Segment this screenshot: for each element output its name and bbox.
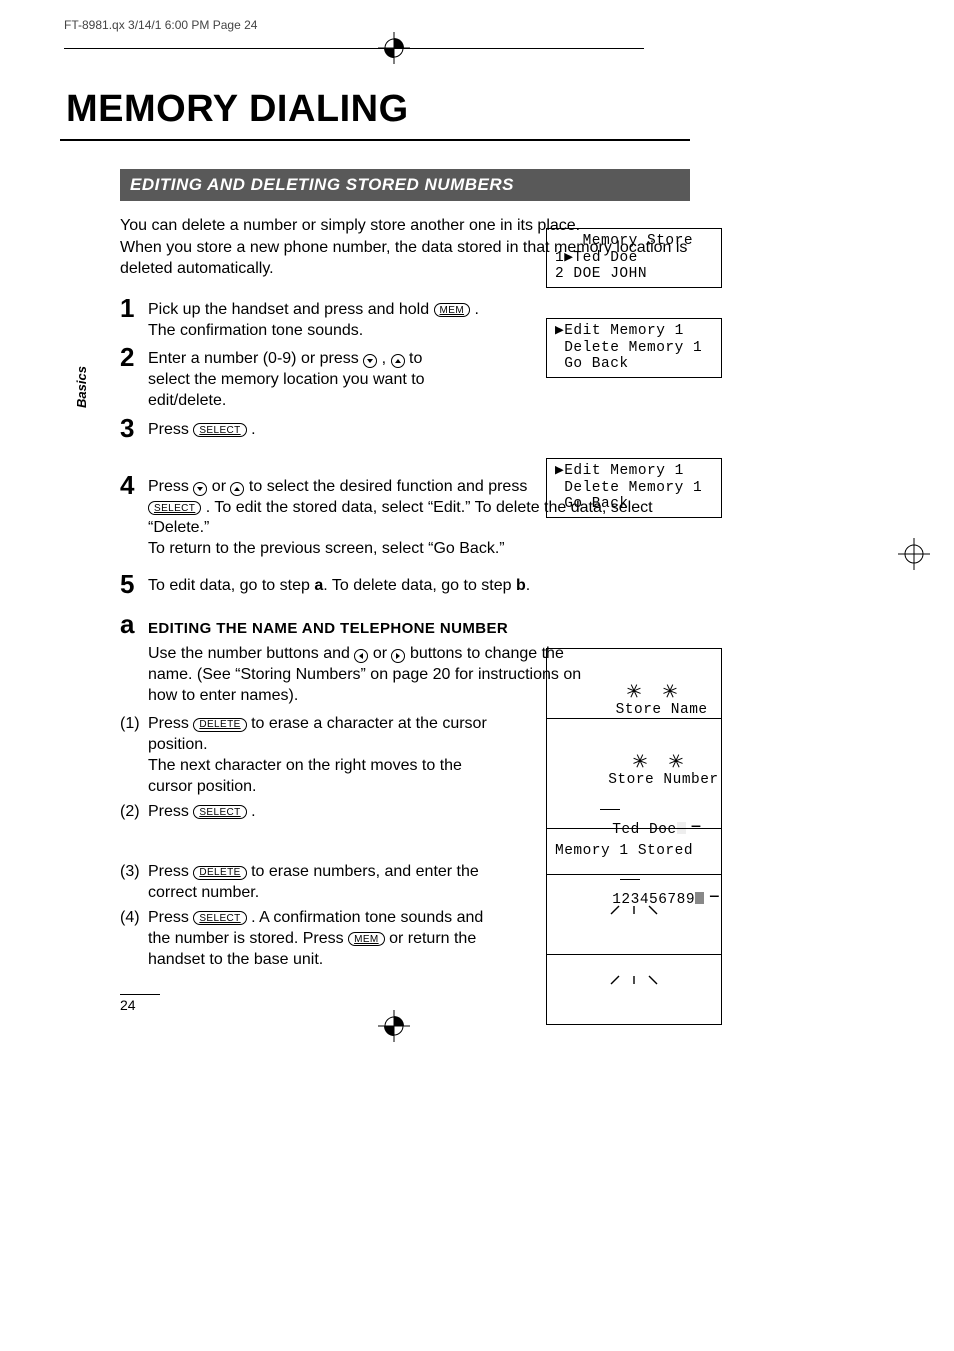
delete-key-icon: DELETE [193,718,246,732]
title-rule [60,139,690,141]
text: . [247,803,256,820]
registration-mark-right [898,538,930,570]
paren-text: Press DELETE to erase a character at the… [148,714,488,797]
side-tab-basics: Basics [74,366,89,408]
text: Store Number [608,772,718,788]
text-bold: b [516,577,526,594]
mem-key-icon: MEM [348,932,385,946]
select-key-icon: SELECT [193,423,246,437]
text: Press [148,421,193,438]
down-arrow-icon [193,482,207,496]
paren-number: (1) [120,714,148,797]
paren-number: (2) [120,802,148,823]
substep-letter: a [120,609,148,640]
up-arrow-icon [391,354,405,368]
step-text: Pick up the handset and press and hold M… [148,294,488,342]
page-content: MEMORY DIALING EDITING AND DELETING STOR… [60,88,690,1013]
paren-number: (3) [120,862,148,904]
text: Press [148,715,193,732]
select-key-icon: SELECT [193,911,246,925]
text: or [212,478,231,495]
paren-number: (4) [120,908,148,970]
erase-mark-icon [625,683,643,699]
header-rule [64,48,644,49]
text: . [526,577,530,594]
right-diag-arrow-icon [647,975,659,985]
lcd-memory-store: Memory Store 1▶Ted Doe 2 DOE JOHN [546,228,722,288]
step-text: To edit data, go to step a. To delete da… [148,570,690,597]
text: . To delete data, go to step [323,577,516,594]
up-arrow-icon [230,482,244,496]
cursor-block-icon [695,892,704,904]
strike-icon [620,879,640,880]
page-number: 24 [120,994,160,1013]
substep-intro: Use the number buttons and or buttons to… [148,644,598,706]
mem-key-icon: MEM [434,303,471,317]
substep-title: EDITING THE NAME AND TELEPHONE NUMBER [148,614,508,637]
lcd-edit-menu-1: ▶Edit Memory 1 Delete Memory 1 Go Back [546,318,722,378]
page-title: MEMORY DIALING [66,88,690,131]
step-number: 4 [120,472,148,498]
print-header-slug: FT-8981.qx 3/14/1 6:00 PM Page 24 [64,18,257,32]
section-heading: EDITING AND DELETING STORED NUMBERS [120,169,690,201]
substep-a-heading: a EDITING THE NAME AND TELEPHONE NUMBER [120,609,690,640]
registration-mark-bottom [378,1010,410,1042]
erase-mark-icon [661,683,679,699]
text: Press [148,478,193,495]
text: or [373,645,392,662]
erase-mark-icon [667,753,685,769]
paren-text: Press SELECT . A confirmation tone sound… [148,908,508,970]
step-text: Press SELECT . [148,414,690,441]
lcd-title: Store Number [553,755,715,838]
text: Use the number buttons and [148,645,354,662]
left-diag-arrow-icon [609,975,621,985]
text: To edit data, go to step [148,577,314,594]
text: 123456789 [612,892,695,908]
step-5: 5 To edit data, go to step a. To delete … [120,570,690,597]
delete-key-icon: DELETE [193,866,246,880]
step-number: 5 [120,571,148,597]
text: To return to the previous screen, select… [148,539,505,560]
text: Enter a number (0-9) or press [148,350,363,367]
nav-arrows [553,975,715,985]
text: Press [148,863,193,880]
paren-text: Press DELETE to erase numbers, and enter… [148,862,498,904]
text: Store Name [616,702,708,718]
text: to select the desired function and press [249,478,527,495]
dash-icon: — [710,889,719,906]
step-number: 2 [120,344,148,370]
left-arrow-icon [354,649,368,663]
down-arrow-icon [363,354,377,368]
down-line-icon [631,975,637,985]
step-text: Enter a number (0-9) or press , to selec… [148,343,468,411]
lcd-value: 123456789— [553,872,715,942]
select-key-icon: SELECT [193,805,246,819]
lcd-stored-confirm: Memory 1 Stored [546,828,722,875]
text: Press [148,909,193,926]
text-bold: a [314,577,323,594]
text: , [382,350,391,367]
step-3: 3 Press SELECT . [120,414,690,441]
text: Pick up the handset and press and hold [148,301,434,318]
step-number: 3 [120,415,148,441]
lcd-edit-menu-2: ▶Edit Memory 1 Delete Memory 1 Go Back [546,458,722,518]
text: Press [148,803,193,820]
step-number: 1 [120,295,148,321]
select-key-icon: SELECT [148,501,201,515]
text: The next character on the right moves to… [148,757,462,795]
right-arrow-icon [391,649,405,663]
erase-mark-icon [631,753,649,769]
text: . [247,421,256,438]
